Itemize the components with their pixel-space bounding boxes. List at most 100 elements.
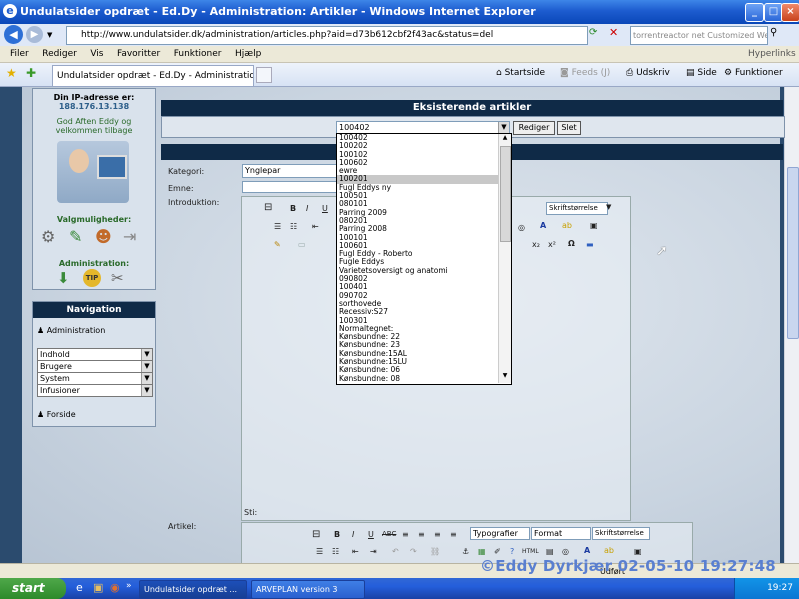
anchor-icon[interactable]: ⚓	[462, 547, 469, 556]
select-infusioner[interactable]: Infusioner ▼	[37, 384, 153, 397]
logout-icon[interactable]: ⇥	[123, 227, 136, 246]
highlight-icon[interactable]: ab	[562, 221, 572, 230]
search-icon[interactable]: ⚲	[770, 27, 777, 38]
scroll-down-icon[interactable]: ▼	[499, 372, 511, 382]
tab-active[interactable]: Undulatsider opdræt - Ed.Dy - Administra…	[52, 65, 254, 86]
redo-icon[interactable]: ↷	[410, 547, 417, 556]
table-icon[interactable]: ⊟	[312, 529, 320, 540]
menu-hjaelp[interactable]: Hjælp	[235, 46, 261, 62]
taskbar-item-arveplan[interactable]: ARVEPLAN version 3	[251, 580, 365, 599]
settings-gear-icon[interactable]: ⚙	[41, 227, 55, 246]
favorites-star-icon[interactable]: ★	[6, 66, 17, 80]
typografier-select[interactable]: Typografier	[470, 527, 530, 540]
history-dropdown-icon[interactable]: ▼	[47, 31, 52, 39]
add-favorite-icon[interactable]: ✚	[26, 66, 36, 80]
help-icon[interactable]: ?	[510, 547, 514, 556]
font-color-icon[interactable]: A	[584, 546, 590, 555]
italic-icon[interactable]: I	[306, 204, 308, 213]
intro-font-size-select[interactable]: Skriftstørrelse	[546, 202, 608, 215]
cleanup-icon[interactable]: ✐	[494, 547, 501, 556]
menu-rediger[interactable]: Rediger	[42, 46, 77, 62]
menu-favoritter[interactable]: Favoritter	[117, 46, 160, 62]
format-select[interactable]: Format	[531, 527, 591, 540]
quicklaunch-ie-icon[interactable]: e	[76, 581, 83, 594]
dropdown-scrollbar[interactable]: ▲ ▼	[498, 134, 511, 383]
subscript-icon[interactable]: x₂	[532, 240, 540, 249]
nav-admin-link[interactable]: ♟ Administration	[37, 326, 105, 335]
dropdown-option[interactable]: Kønsbundne: 08	[337, 374, 511, 383]
menu-funktioner[interactable]: Funktioner	[174, 46, 222, 62]
rediger-button[interactable]: Rediger	[513, 121, 555, 135]
menu-vis[interactable]: Vis	[90, 46, 103, 62]
help-icon[interactable]: ◎	[518, 223, 525, 232]
startside-button[interactable]: ⌂ Startside	[496, 68, 545, 78]
quicklaunch-more-icon[interactable]: »	[126, 581, 132, 591]
refresh-icon[interactable]: ⟳	[589, 27, 597, 38]
address-bar[interactable]: http://www.undulatsider.dk/administratio…	[66, 26, 588, 45]
hr-icon[interactable]: ▬	[586, 240, 594, 249]
chevron-down-icon[interactable]: ▼	[498, 122, 509, 133]
close-button[interactable]: ×	[781, 3, 799, 22]
dropdown-option[interactable]: 100602	[337, 158, 511, 167]
highlight-icon[interactable]: ab	[604, 546, 614, 555]
page-scrollbar[interactable]	[784, 87, 799, 563]
stop-icon[interactable]: ✕	[609, 26, 618, 39]
new-tab-button[interactable]	[256, 67, 272, 83]
italic-icon[interactable]: I	[352, 530, 354, 539]
fullscreen-icon[interactable]: ▣	[634, 547, 642, 556]
indent-icon[interactable]: ⇥	[370, 547, 377, 556]
hyperlinks-link[interactable]: Hyperlinks	[748, 46, 796, 62]
back-arrow-icon[interactable]: ◀	[4, 25, 23, 44]
tip-icon[interactable]: TIP	[83, 269, 101, 287]
font-color-icon[interactable]: A	[540, 221, 546, 230]
bold-icon[interactable]: B	[334, 530, 340, 539]
kategori-select[interactable]: Ynglepar	[242, 164, 338, 178]
bold-icon[interactable]: B	[290, 204, 296, 213]
underline-icon[interactable]: U	[368, 530, 374, 539]
dropdown-scrollbar-thumb[interactable]	[500, 146, 511, 242]
strikethrough-icon[interactable]: ABC	[382, 530, 396, 538]
link-icon[interactable]: ⛓	[430, 547, 440, 556]
menu-filer[interactable]: Filer	[10, 46, 29, 62]
fullscreen-icon[interactable]: ▣	[590, 221, 598, 230]
side-button[interactable]: ▤ Side	[686, 68, 717, 78]
numbered-list-icon[interactable]: ☷	[290, 222, 297, 231]
align-center-icon[interactable]: ≡	[418, 530, 425, 539]
underline-icon[interactable]: U	[322, 204, 328, 213]
quicklaunch-folder-icon[interactable]: ▣	[93, 581, 103, 594]
insert-date-icon[interactable]: ▤	[546, 547, 554, 556]
edit-profile-icon[interactable]: ✎	[69, 227, 82, 246]
align-left-icon[interactable]: ≡	[402, 530, 409, 539]
article-dropdown-list[interactable]: 100402 100202 100102 100602 ewre 100201 Fugl E…	[336, 133, 512, 385]
numbered-list-icon[interactable]: ☷	[332, 547, 339, 556]
outdent-icon[interactable]: ⇤	[312, 222, 319, 231]
html-icon[interactable]: HTML	[522, 548, 539, 555]
pencil-icon[interactable]: ✎	[274, 240, 281, 249]
start-button[interactable]: start	[0, 578, 66, 599]
align-right-icon[interactable]: ≡	[434, 530, 441, 539]
taskbar-item-ie[interactable]: Undulatsider opdræt ...	[139, 580, 247, 599]
forward-arrow-icon[interactable]: ▶	[26, 26, 43, 43]
chevron-down-icon[interactable]: ▼	[606, 203, 611, 211]
udskriv-button[interactable]: ⎙ Udskriv	[626, 68, 670, 78]
bullet-list-icon[interactable]: ☰	[316, 547, 323, 556]
search-input[interactable]: torrentreactor net Customized Web Se...	[630, 26, 768, 45]
funktioner-button[interactable]: ⚙ Funktioner	[724, 68, 783, 78]
image-icon[interactable]: ▦	[478, 547, 486, 556]
users-icon[interactable]: ☻	[95, 227, 112, 246]
page-scrollbar-thumb[interactable]	[787, 167, 799, 339]
quicklaunch-media-icon[interactable]: ◉	[110, 581, 120, 594]
omega-icon[interactable]: Ω	[568, 239, 575, 248]
table-icon[interactable]: ⊟	[264, 202, 272, 213]
insert-time-icon[interactable]: ◎	[562, 547, 569, 556]
artikel-font-size-select[interactable]: Skriftstørrelse	[592, 527, 650, 540]
emne-input[interactable]	[242, 181, 338, 193]
align-justify-icon[interactable]: ≡	[450, 530, 457, 539]
tools-icon[interactable]: ✂	[111, 269, 124, 287]
minimize-button[interactable]: _	[745, 3, 764, 22]
cut-icon[interactable]: ▭	[298, 240, 306, 249]
download-icon[interactable]: ⬇	[57, 269, 70, 287]
slet-button[interactable]: Slet	[557, 121, 581, 135]
bullet-list-icon[interactable]: ☰	[274, 222, 281, 231]
undo-icon[interactable]: ↶	[392, 547, 399, 556]
